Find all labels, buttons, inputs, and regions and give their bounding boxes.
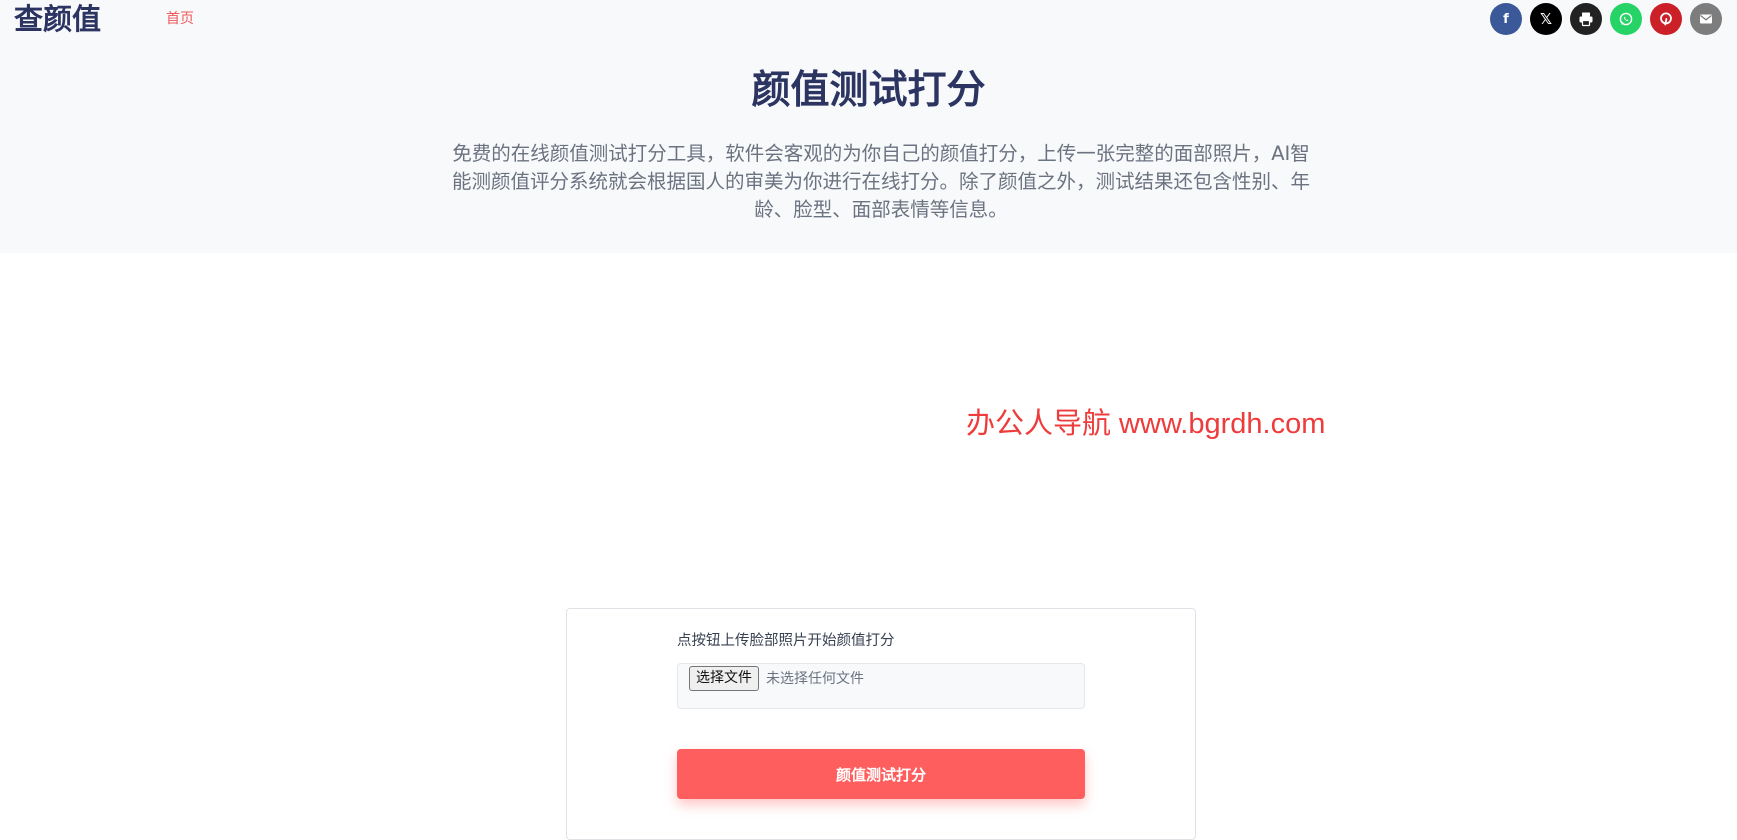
whatsapp-share-button[interactable] <box>1610 3 1642 35</box>
x-share-button[interactable]: 𝕏 <box>1530 3 1562 35</box>
share-bar: f 𝕏 <box>1490 3 1722 35</box>
hero-section: 查颜值 首页 f 𝕏 颜值测试打分 免费的在线颜值测试打分工具，软件会客观的为你… <box>0 0 1737 253</box>
score-submit-button[interactable]: 颜值测试打分 <box>677 749 1085 799</box>
facebook-icon: f <box>1503 11 1509 27</box>
file-input-box[interactable]: 选择文件 未选择任何文件 <box>677 663 1085 709</box>
page-title: 颜值测试打分 <box>751 68 986 113</box>
pinterest-icon <box>1660 12 1672 26</box>
watermark-text: 办公人导航 www.bgrdh.com <box>966 408 1326 440</box>
email-share-button[interactable] <box>1690 3 1722 35</box>
upload-label: 点按钮上传脸部照片开始颜值打分 <box>677 633 895 649</box>
printer-icon <box>1579 12 1593 27</box>
choose-file-button[interactable]: 选择文件 <box>689 666 759 691</box>
upload-card: 点按钮上传脸部照片开始颜值打分 选择文件 未选择任何文件 颜值测试打分 <box>566 608 1196 840</box>
site-logo[interactable]: 查颜值 <box>14 2 101 36</box>
envelope-icon <box>1700 14 1712 24</box>
x-icon: 𝕏 <box>1539 10 1553 28</box>
file-status-text: 未选择任何文件 <box>766 671 864 687</box>
nav-home-link[interactable]: 首页 <box>166 10 194 28</box>
print-share-button[interactable] <box>1570 3 1602 35</box>
whatsapp-icon <box>1619 12 1633 26</box>
facebook-share-button[interactable]: f <box>1490 3 1522 35</box>
page-description: 免费的在线颜值测试打分工具，软件会客观的为你自己的颜值打分，上传一张完整的面部照… <box>451 142 1310 221</box>
pinterest-share-button[interactable] <box>1650 3 1682 35</box>
